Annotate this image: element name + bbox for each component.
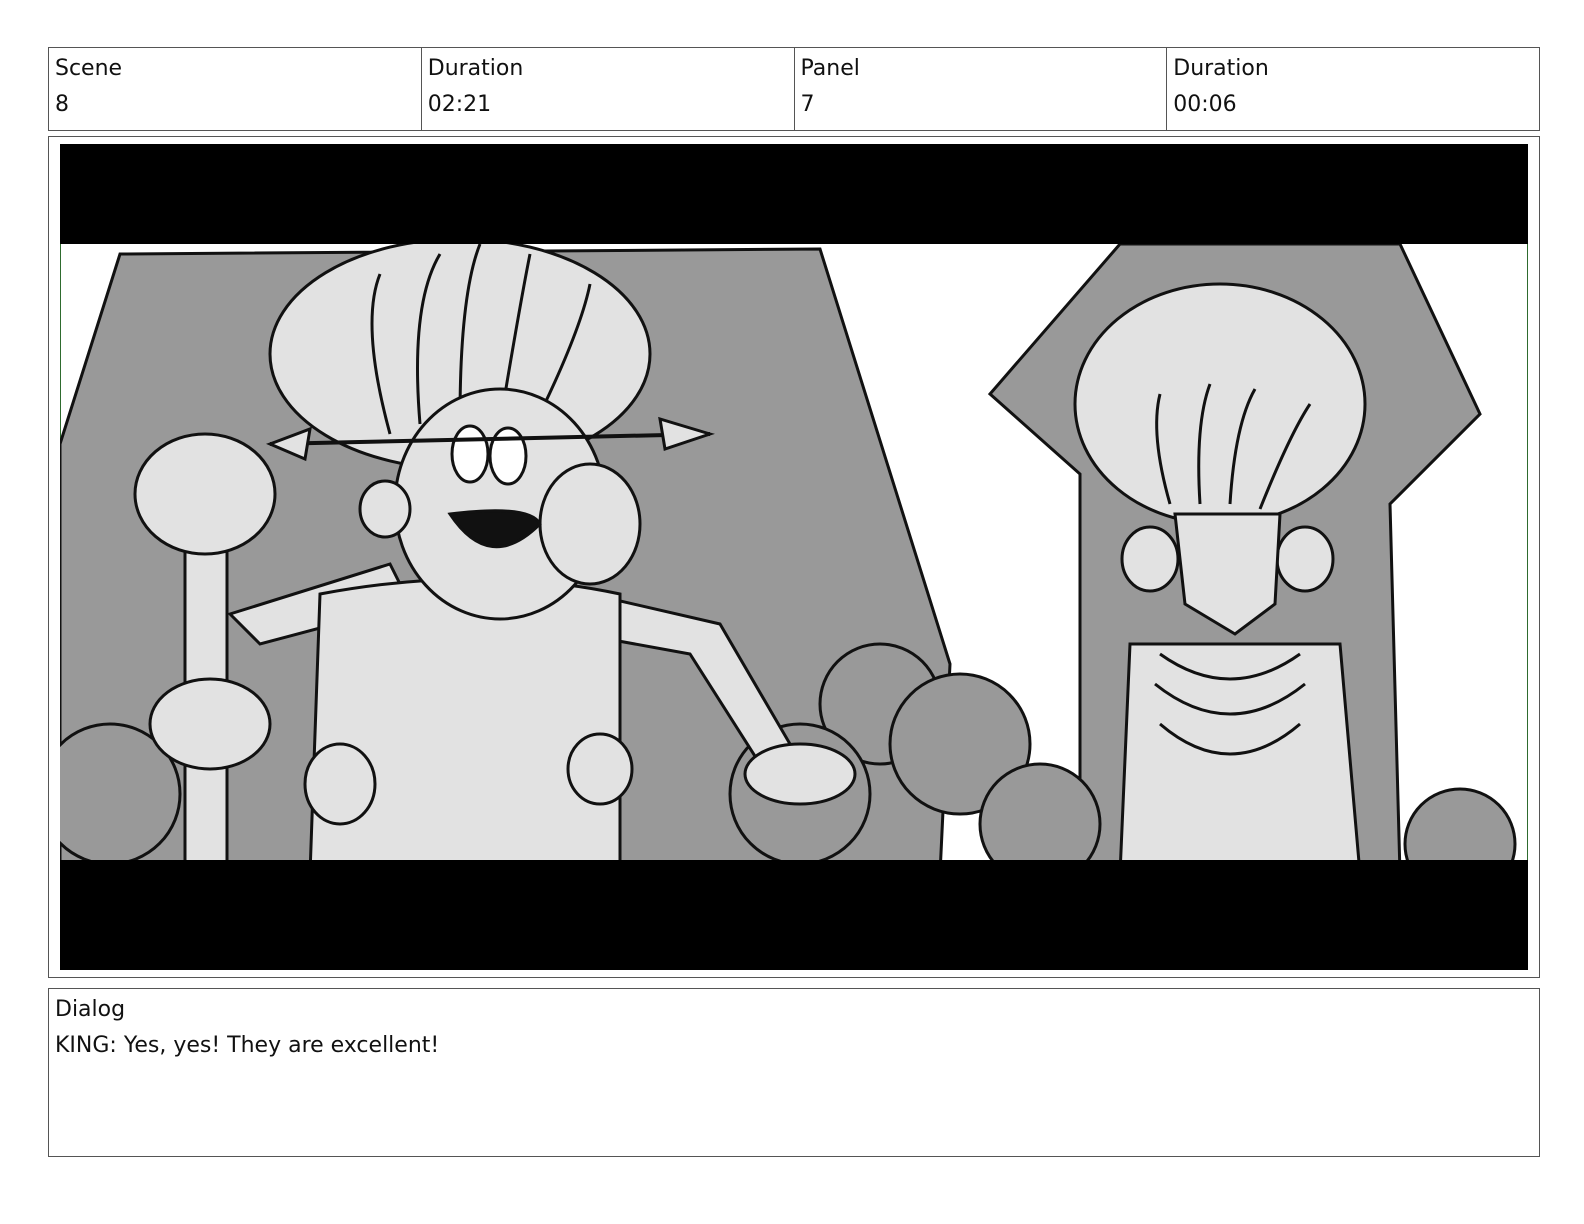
letterbox-top	[60, 144, 1528, 244]
skeleton-headdress	[1073, 282, 1367, 526]
king-right-hand	[743, 742, 857, 806]
scene-duration-value: 02:21	[427, 92, 492, 117]
skeleton-right-ear	[1275, 525, 1335, 593]
king-nose	[538, 462, 642, 586]
dialog-label: Dialog	[55, 997, 126, 1022]
scene-cell: Scene 8	[49, 48, 422, 130]
dialog-box: Dialog KING: Yes, yes! They are excellen…	[48, 988, 1540, 1157]
storyboard-sketch	[60, 144, 1528, 970]
dialog-text: KING: Yes, yes! They are excellent!	[55, 1033, 440, 1058]
panel-duration-label: Duration	[1173, 56, 1269, 81]
king-left-knee	[303, 742, 377, 826]
panel-duration-value: 00:06	[1173, 92, 1237, 117]
panel-duration-cell: Duration 00:06	[1167, 48, 1539, 130]
king-ear	[358, 479, 412, 539]
panel-cell: Panel 7	[795, 48, 1168, 130]
storyboard-panel-frame	[48, 136, 1540, 978]
king-body	[308, 577, 622, 876]
skeleton-left-ear	[1120, 525, 1180, 593]
king-left-hand	[148, 677, 272, 771]
king-left-eye	[450, 424, 490, 484]
scepter-skull	[133, 432, 277, 556]
scene-value: 8	[55, 92, 69, 117]
king-right-knee	[566, 732, 634, 806]
panel-label: Panel	[800, 56, 860, 81]
scene-duration-label: Duration	[427, 56, 524, 81]
scene-duration-cell: Duration 02:21	[422, 48, 795, 130]
scene-label: Scene	[55, 56, 123, 81]
letterbox-bottom	[60, 860, 1528, 970]
panel-value: 7	[800, 92, 815, 117]
header-table: Scene 8 Duration 02:21 Panel 7 Duration …	[48, 47, 1540, 131]
